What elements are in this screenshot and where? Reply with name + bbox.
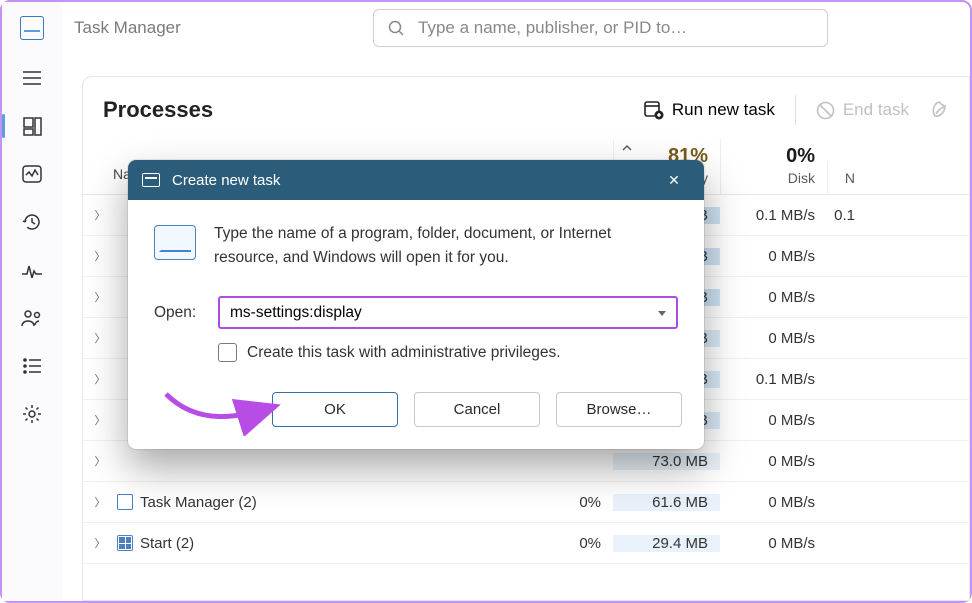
cell-memory: 29.4 MB	[613, 535, 720, 552]
cell-disk: 0 MB/s	[720, 289, 827, 306]
cell-disk: 0 MB/s	[720, 535, 827, 552]
cell-cpu: 0%	[506, 535, 613, 552]
cell-disk: 0 MB/s	[720, 494, 827, 511]
task-manager-icon	[117, 494, 133, 510]
left-rail	[2, 2, 62, 601]
cell-disk: 0.1 MB/s	[720, 371, 827, 388]
search-input[interactable]: Type a name, publisher, or PID to…	[373, 9, 828, 47]
expand-icon[interactable]: 〉	[83, 289, 117, 305]
col-network[interactable]: N	[827, 162, 867, 194]
run-task-icon	[644, 100, 664, 120]
expand-icon[interactable]: 〉	[83, 535, 117, 551]
expand-icon[interactable]: 〉	[83, 207, 117, 223]
expand-icon[interactable]: 〉	[83, 412, 117, 428]
table-row[interactable]: 〉Start (2)0%29.4 MB0 MB/s	[83, 523, 969, 564]
cell-disk: 0 MB/s	[720, 248, 827, 265]
nav-processes[interactable]	[2, 102, 62, 150]
open-combobox[interactable]: ms-settings:display	[218, 296, 678, 329]
create-new-task-dialog: Create new task ✕ Type the name of a pro…	[128, 160, 704, 449]
table-row[interactable]: 〉Task Manager (2)0%61.6 MB0 MB/s	[83, 482, 969, 523]
cell-disk: 0 MB/s	[720, 330, 827, 347]
close-icon[interactable]: ✕	[658, 172, 690, 189]
cell-disk: 0 MB/s	[720, 453, 827, 470]
expand-icon[interactable]: 〉	[83, 330, 117, 346]
admin-label: Create this task with administrative pri…	[247, 344, 561, 362]
cell-disk: 0 MB/s	[720, 412, 827, 429]
col-disk[interactable]: 0%Disk	[720, 139, 827, 194]
search-icon	[388, 20, 404, 36]
cell-network: 0.1	[827, 207, 867, 224]
cell-disk: 0.1 MB/s	[720, 207, 827, 224]
end-task-button[interactable]: End task	[816, 100, 909, 120]
admin-checkbox[interactable]	[218, 343, 237, 362]
app-logo	[2, 2, 62, 54]
task-monitor-icon	[154, 225, 196, 260]
expand-icon[interactable]: 〉	[83, 494, 117, 510]
end-task-icon	[816, 101, 835, 120]
run-dialog-icon	[142, 173, 160, 187]
cell-memory: 61.6 MB	[613, 494, 720, 511]
app-title: Task Manager	[74, 18, 181, 38]
nav-history[interactable]	[2, 198, 62, 246]
nav-performance[interactable]	[2, 150, 62, 198]
run-new-task-button[interactable]: Run new task	[644, 100, 775, 120]
start-icon	[117, 535, 133, 551]
topbar: Task Manager Type a name, publisher, or …	[62, 2, 970, 54]
annotation-arrow	[158, 388, 288, 436]
ok-button[interactable]: OK	[272, 392, 398, 427]
dialog-description: Type the name of a program, folder, docu…	[214, 222, 678, 270]
nav-settings[interactable]	[2, 390, 62, 438]
dialog-titlebar[interactable]: Create new task ✕	[128, 160, 704, 200]
hamburger-icon[interactable]	[2, 54, 62, 102]
process-name: Start (2)	[117, 535, 506, 552]
expand-icon[interactable]: 〉	[83, 453, 117, 469]
sort-icon	[622, 145, 632, 151]
cell-cpu: 0%	[506, 494, 613, 511]
expand-icon[interactable]: 〉	[83, 248, 117, 264]
process-name: Task Manager (2)	[117, 494, 506, 511]
cell-memory: 73.0 MB	[613, 453, 720, 470]
open-label: Open:	[154, 304, 200, 322]
nav-startup[interactable]	[2, 246, 62, 294]
leaf-icon	[929, 100, 949, 120]
cancel-button[interactable]: Cancel	[414, 392, 540, 427]
nav-details[interactable]	[2, 342, 62, 390]
expand-icon[interactable]: 〉	[83, 371, 117, 387]
efficiency-button[interactable]	[929, 100, 949, 120]
dialog-title: Create new task	[172, 172, 280, 189]
browse-button[interactable]: Browse…	[556, 392, 682, 427]
nav-users[interactable]	[2, 294, 62, 342]
page-title: Processes	[103, 97, 213, 123]
